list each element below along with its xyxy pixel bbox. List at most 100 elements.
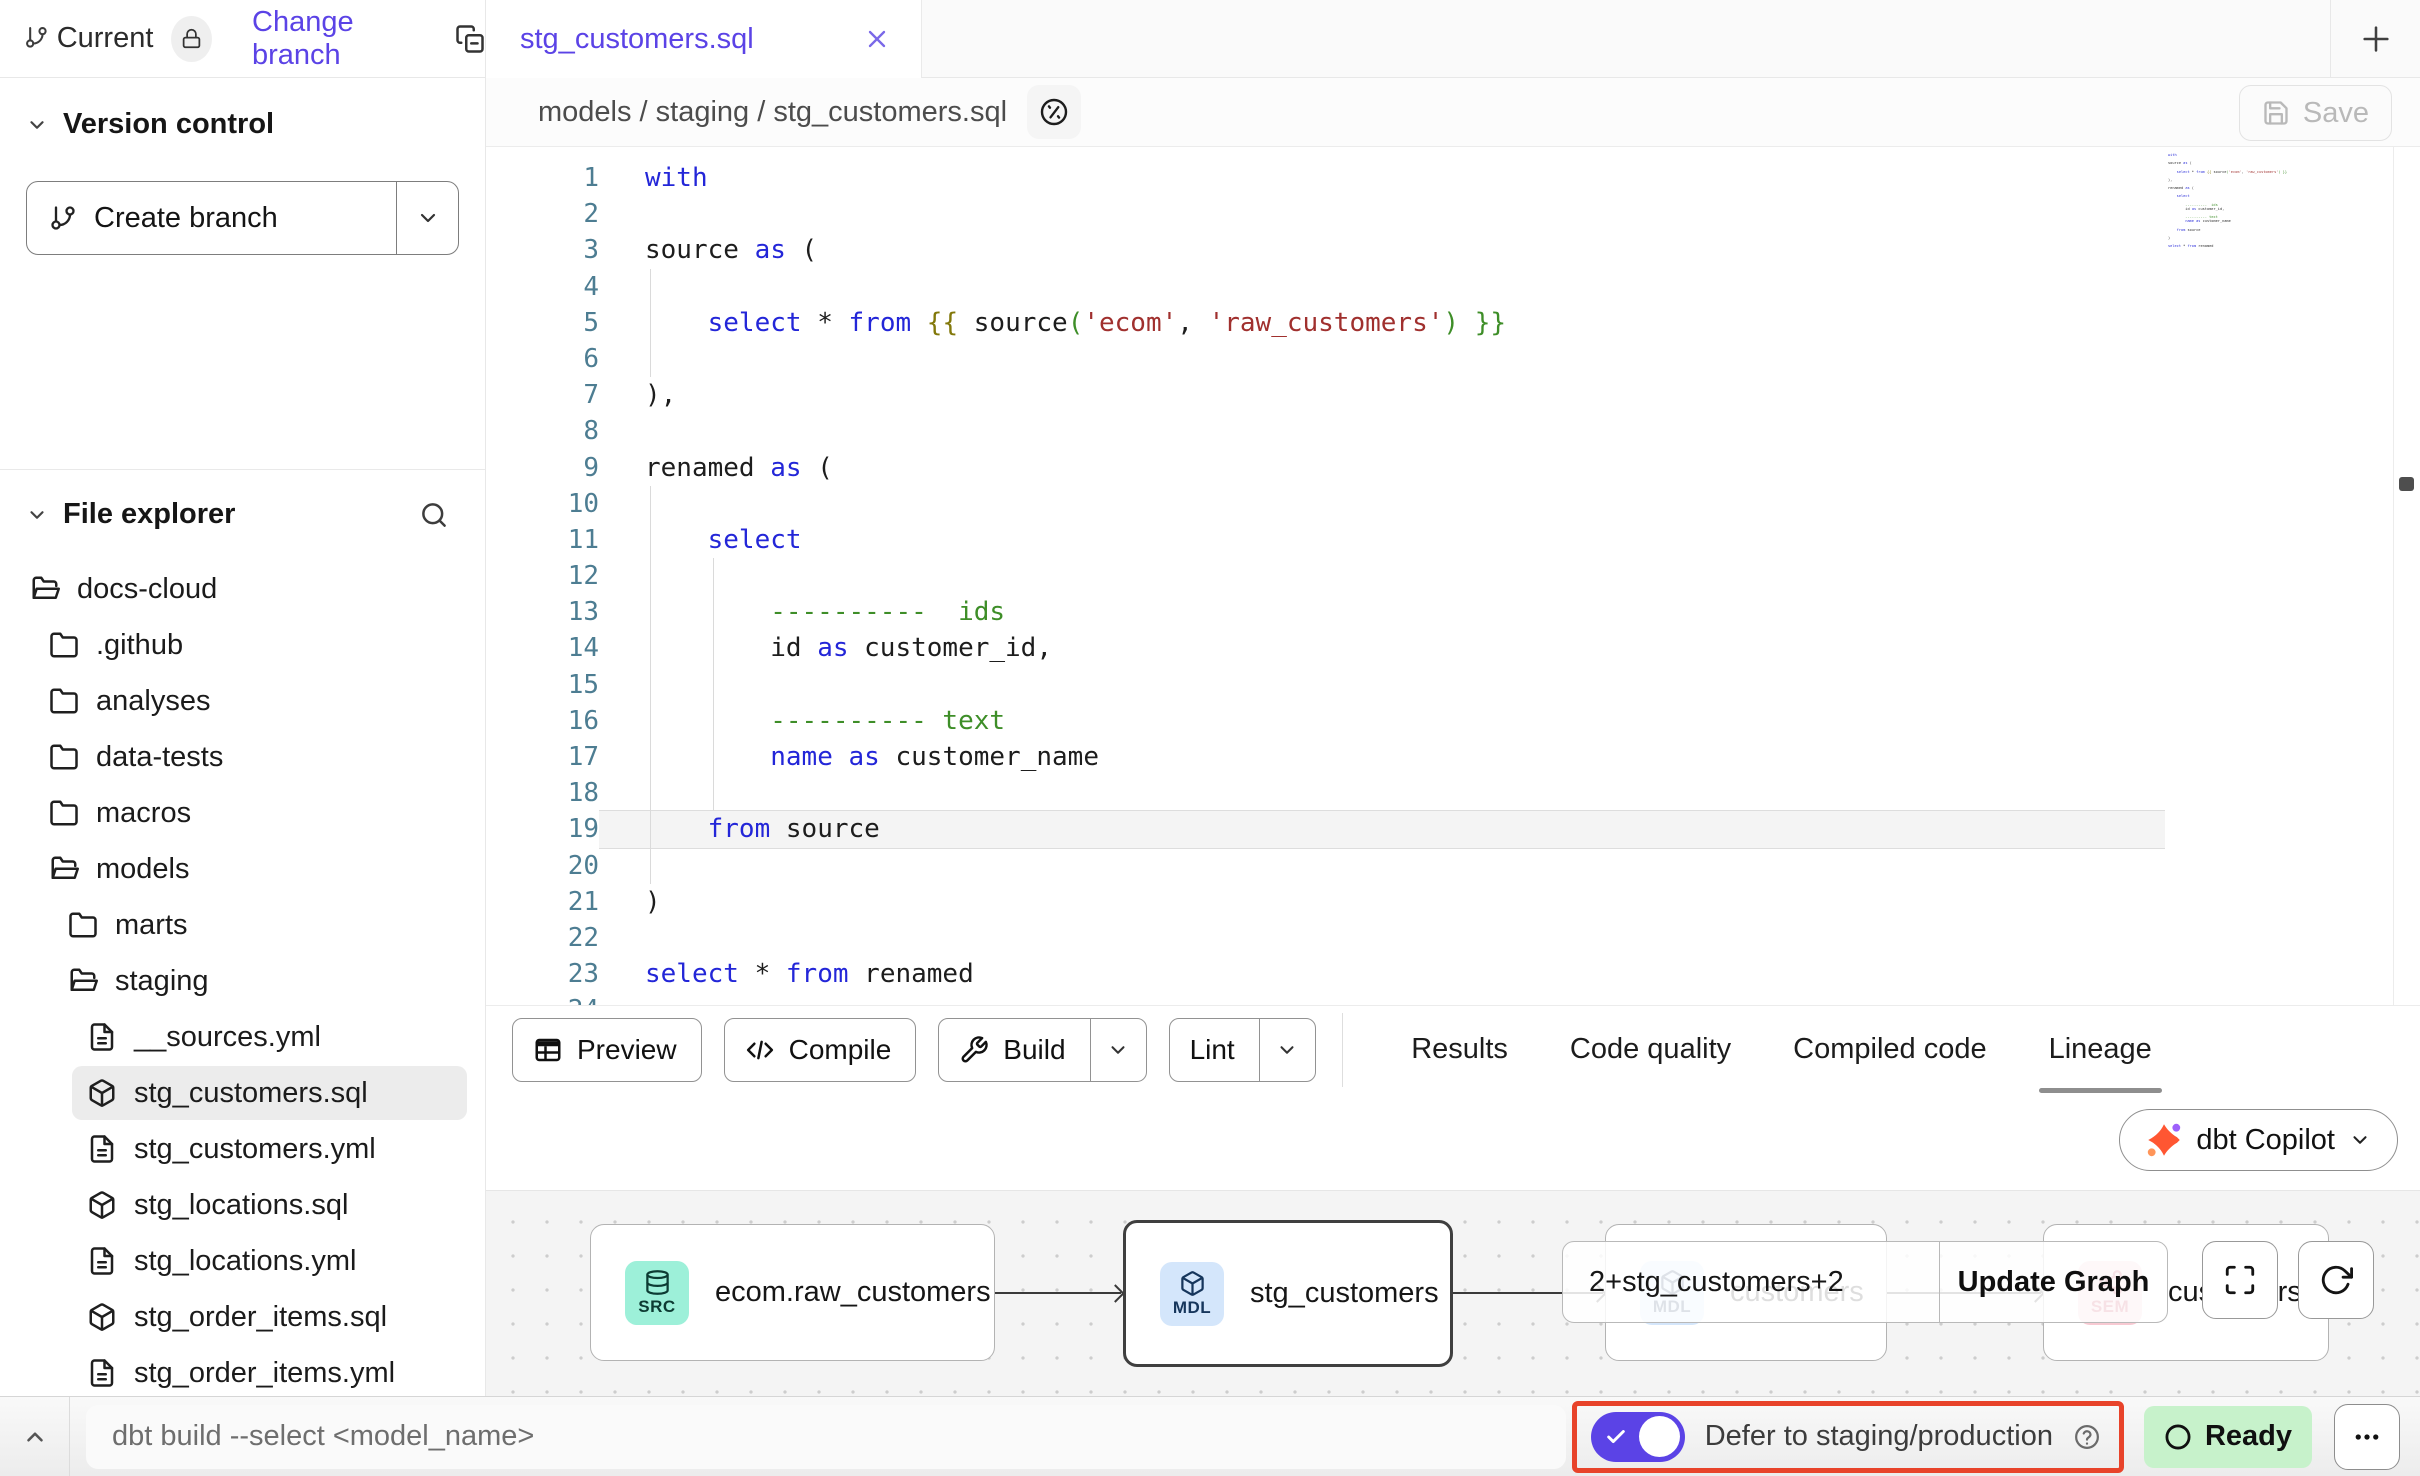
- scrollbar-thumb[interactable]: [2399, 477, 2414, 491]
- line-number: 6: [486, 341, 599, 377]
- file-name: analyses: [96, 685, 210, 718]
- command-input[interactable]: dbt build --select <model_name>: [86, 1405, 1566, 1469]
- save-button[interactable]: Save: [2239, 85, 2392, 141]
- file-tree-item-analyses[interactable]: analyses: [0, 673, 485, 729]
- code-line-4[interactable]: 4: [486, 269, 2420, 305]
- tab-stg-customers-sql[interactable]: stg_customers.sql: [486, 0, 922, 78]
- line-number: 15: [486, 667, 599, 703]
- lint-button[interactable]: Lint: [1169, 1018, 1316, 1082]
- line-number: 21: [486, 884, 599, 920]
- code-line-12[interactable]: 12: [486, 558, 2420, 594]
- cube-icon: [87, 1190, 117, 1220]
- file-tree-item-docs-cloud[interactable]: docs-cloud: [0, 561, 485, 617]
- refresh-button[interactable]: [2298, 1241, 2374, 1319]
- code-text: [599, 775, 2420, 811]
- create-branch-button[interactable]: Create branch: [26, 181, 459, 255]
- file-tree-item-data-tests[interactable]: data-tests: [0, 729, 485, 785]
- lineage-canvas[interactable]: SRC ecom.raw_customers MDL stg_customers: [486, 1190, 2420, 1396]
- code-line-11[interactable]: 11 select: [486, 522, 2420, 558]
- line-number: 22: [486, 920, 599, 956]
- healthcheck-button[interactable]: [1027, 85, 1081, 139]
- code-line-14[interactable]: 14 id as customer_id,: [486, 630, 2420, 666]
- code-line-23[interactable]: 23select * from renamed: [486, 956, 2420, 992]
- update-graph-button[interactable]: Update Graph: [1939, 1242, 2167, 1322]
- new-tab-button[interactable]: [2330, 0, 2420, 78]
- file-tree-item-stg-order-items-yml[interactable]: stg_order_items.yml: [0, 1345, 485, 1401]
- build-dropdown[interactable]: [1090, 1019, 1146, 1081]
- code-editor[interactable]: 1with23source as (45 select * from {{ so…: [486, 147, 2420, 1005]
- lineage-selector-input[interactable]: 2+stg_customers+2: [1563, 1242, 1939, 1322]
- create-branch-dropdown[interactable]: [396, 182, 458, 254]
- change-branch-link[interactable]: Change branch: [252, 6, 427, 72]
- more-options-button[interactable]: [2334, 1404, 2400, 1470]
- lint-dropdown[interactable]: [1259, 1019, 1315, 1081]
- code-line-6[interactable]: 6: [486, 341, 2420, 377]
- code-text: ),: [599, 377, 2420, 413]
- code-line-13[interactable]: 13 ---------- ids: [486, 594, 2420, 630]
- code-line-18[interactable]: 18: [486, 775, 2420, 811]
- code-line-8[interactable]: 8: [486, 413, 2420, 449]
- line-number: 19: [486, 811, 599, 847]
- indent-guide: [713, 558, 714, 594]
- code-text: ---------- ids: [599, 594, 2420, 630]
- dbt-logo-icon: [2146, 1122, 2182, 1158]
- folder-open-icon: [68, 966, 98, 996]
- code-line-9[interactable]: 9renamed as (: [486, 450, 2420, 486]
- code-line-24[interactable]: 24: [486, 992, 2420, 1005]
- help-icon[interactable]: [2073, 1423, 2101, 1451]
- file-tree-item-stg-locations-yml[interactable]: stg_locations.yml: [0, 1233, 485, 1289]
- toolbar-divider: [1342, 1013, 1344, 1087]
- code-line-3[interactable]: 3source as (: [486, 232, 2420, 268]
- node-label: ecom.raw_customers: [715, 1276, 991, 1309]
- search-icon[interactable]: [419, 500, 449, 530]
- code-line-17[interactable]: 17 name as customer_name: [486, 739, 2420, 775]
- preview-button[interactable]: Preview: [512, 1018, 702, 1082]
- fullscreen-button[interactable]: [2202, 1241, 2278, 1319]
- file-name: stg_customers.sql: [134, 1077, 368, 1110]
- file-tree-item-stg-order-items-sql[interactable]: stg_order_items.sql: [0, 1289, 485, 1345]
- file-tree-item--sources-yml[interactable]: __sources.yml: [0, 1009, 485, 1065]
- code-line-20[interactable]: 20: [486, 848, 2420, 884]
- close-tab-icon[interactable]: [863, 25, 891, 53]
- build-button[interactable]: Build: [938, 1018, 1146, 1082]
- expand-command-bar-button[interactable]: [0, 1397, 70, 1476]
- file-tree-item-stg-customers-yml[interactable]: stg_customers.yml: [0, 1121, 485, 1177]
- chevron-down-icon[interactable]: [26, 114, 48, 136]
- defer-toggle[interactable]: [1591, 1412, 1685, 1462]
- code-line-1[interactable]: 1with: [486, 160, 2420, 196]
- file-tree-item--github[interactable]: .github: [0, 617, 485, 673]
- file-name: staging: [115, 965, 209, 998]
- dbt-copilot-button[interactable]: dbt Copilot: [2119, 1109, 2398, 1171]
- file-tree-item-macros[interactable]: macros: [0, 785, 485, 841]
- code-line-21[interactable]: 21): [486, 884, 2420, 920]
- code-text: [599, 486, 2420, 522]
- chevron-down-icon[interactable]: [26, 504, 48, 526]
- file-tree-item-stg-customers-sql[interactable]: stg_customers.sql: [0, 1065, 485, 1121]
- lineage-node-stg-customers[interactable]: MDL stg_customers: [1123, 1220, 1453, 1367]
- file-name: marts: [115, 909, 188, 942]
- code-line-15[interactable]: 15: [486, 667, 2420, 703]
- code-lines: 1with23source as (45 select * from {{ so…: [486, 147, 2420, 1005]
- tab-compiled-code[interactable]: Compiled code: [1793, 1006, 1986, 1093]
- code-line-19[interactable]: 19 from source: [486, 811, 2420, 847]
- minimap[interactable]: withsource as ( select * from {{ source(…: [2168, 153, 2290, 252]
- code-line-5[interactable]: 5 select * from {{ source('ecom', 'raw_c…: [486, 305, 2420, 341]
- compile-button[interactable]: Compile: [724, 1018, 917, 1082]
- lineage-node-source[interactable]: SRC ecom.raw_customers: [590, 1224, 995, 1361]
- code-line-7[interactable]: 7),: [486, 377, 2420, 413]
- file-tree-item-stg-locations-sql[interactable]: stg_locations.sql: [0, 1177, 485, 1233]
- code-line-22[interactable]: 22: [486, 920, 2420, 956]
- file-tree-item-marts[interactable]: marts: [0, 897, 485, 953]
- ide-status-badge[interactable]: Ready: [2144, 1406, 2312, 1468]
- tab-code-quality[interactable]: Code quality: [1570, 1006, 1731, 1093]
- file-tree-item-models[interactable]: models: [0, 841, 485, 897]
- create-branch-main[interactable]: Create branch: [27, 182, 396, 254]
- tab-results[interactable]: Results: [1411, 1006, 1508, 1093]
- file-tree-item-staging[interactable]: staging: [0, 953, 485, 1009]
- copy-icon[interactable]: [455, 24, 485, 54]
- code-line-2[interactable]: 2: [486, 196, 2420, 232]
- code-text: select * from {{ source('ecom', 'raw_cus…: [599, 305, 2420, 341]
- tab-lineage[interactable]: Lineage: [2049, 1006, 2152, 1093]
- code-line-10[interactable]: 10: [486, 486, 2420, 522]
- code-line-16[interactable]: 16 ---------- text: [486, 703, 2420, 739]
